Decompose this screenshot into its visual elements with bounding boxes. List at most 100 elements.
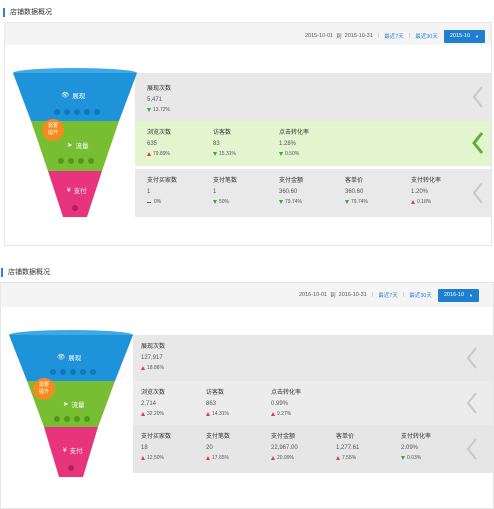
metric-label: 展现次数 <box>147 86 172 92</box>
metric-pageviews: 浏览次数 2,714 32.20% <box>141 387 165 417</box>
metric-label: 展现次数 <box>141 344 166 350</box>
metric-label: 客单价 <box>345 178 364 184</box>
metric-value: 127,917 <box>141 355 163 361</box>
metric-value: 18 <box>141 445 148 451</box>
funnel-stage-impression: 👁 展现 <box>61 92 86 100</box>
chevron-left-icon[interactable] <box>471 181 485 205</box>
chevron-left-icon[interactable] <box>465 437 479 461</box>
overview-card: 2015-10-01 到 2015-10-31 | 最近7天 | 最近30天 2… <box>4 22 492 246</box>
date-to: 2015-10-31 <box>344 33 373 39</box>
metric-change: 13.72% <box>147 107 171 113</box>
metric-label: 访客数 <box>213 130 232 136</box>
funnel-stage-impression: 👁 展现 <box>57 354 82 362</box>
chevron-left-icon[interactable] <box>465 391 479 415</box>
cursor-icon: ➤ <box>63 401 69 408</box>
up-arrow-icon <box>141 412 145 416</box>
yen-icon: ¥ <box>67 186 71 194</box>
metric-payment-conversion: 支付转化率 2.09% 0.03% <box>401 431 431 461</box>
metric-paying-buyers: 支付买家数 1 0% <box>147 175 177 205</box>
eye-icon: 👁 <box>57 354 66 361</box>
date-toolbar: 2016-10-01 到 2016-10-31 | 最近7天 | 最近30天 2… <box>299 288 479 302</box>
metric-value: 20 <box>206 445 213 451</box>
date-to-separator: 到 <box>330 293 336 299</box>
month-value: 2016-10 <box>443 292 465 298</box>
last-30-days-link[interactable]: 最近30天 <box>415 32 438 40</box>
overview-card: 2016-10-01 到 2016-10-31 | 最近7天 | 最近30天 2… <box>0 282 494 509</box>
metric-label: 支付转化率 <box>411 178 442 184</box>
metric-label: 支付买家数 <box>141 434 172 440</box>
metric-change: 18.86% <box>141 365 165 371</box>
yen-icon: ¥ <box>63 446 67 454</box>
metric-value: 0.99% <box>271 401 289 407</box>
last-30-days-link[interactable]: 最近30天 <box>409 291 432 299</box>
metric-label: 客单价 <box>336 434 355 440</box>
metric-label: 浏览次数 <box>141 390 166 396</box>
metric-click-conversion: 点击转化率 1.28% 0.50% <box>279 127 309 157</box>
down-arrow-icon <box>401 456 405 460</box>
metric-change: 20.99% <box>271 455 298 461</box>
metric-value: 2,714 <box>141 401 157 407</box>
up-arrow-icon <box>271 412 275 416</box>
metric-label: 访客数 <box>206 390 225 396</box>
metric-change: 17.65% <box>206 455 230 461</box>
chevron-left-icon[interactable] <box>471 85 485 109</box>
last-7-days-link[interactable]: 最近7天 <box>378 291 398 299</box>
metric-value: 1 <box>213 189 217 195</box>
down-arrow-icon <box>279 200 283 204</box>
month-select-button[interactable]: 2015-10 ▼ <box>443 29 485 43</box>
metric-value: 863 <box>206 401 217 407</box>
caret-down-icon: ▼ <box>475 33 479 39</box>
metric-change: 12.50% <box>141 455 171 461</box>
down-arrow-icon <box>345 200 349 204</box>
metric-change: 7.55% <box>336 455 359 461</box>
date-to-separator: 到 <box>336 34 342 40</box>
metric-value: 360.60 <box>345 189 364 195</box>
date-toolbar: 2015-10-01 到 2015-10-31 | 最近7天 | 最近30天 2… <box>305 29 485 43</box>
chevron-left-icon-active[interactable] <box>471 131 485 155</box>
panel-title: 店铺数据概况 <box>1 268 50 277</box>
metric-label: 支付金额 <box>271 434 296 440</box>
down-arrow-icon <box>213 152 217 156</box>
metric-change: 32.20% <box>141 411 165 417</box>
metric-value: 22,967.00 <box>271 445 298 451</box>
up-arrow-icon <box>411 200 415 204</box>
funnel-stage-payment: ¥ 支付 <box>67 186 87 196</box>
metric-change: 14.31% <box>206 411 229 417</box>
metric-value: 1 <box>147 189 151 195</box>
down-arrow-icon <box>213 200 217 204</box>
caret-down-icon: ▼ <box>469 292 473 298</box>
up-arrow-icon <box>147 152 151 156</box>
month-select-button[interactable]: 2016-10 ▼ <box>437 288 479 302</box>
metric-payment-conversion: 支付转化率 1.20% 0.18% <box>411 175 441 205</box>
up-arrow-icon <box>271 456 275 460</box>
date-to: 2016-10-31 <box>338 292 367 298</box>
up-arrow-icon <box>206 412 210 416</box>
date-from: 2016-10-01 <box>298 292 328 298</box>
last-7-days-link[interactable]: 最近7天 <box>384 32 404 40</box>
metric-payment-count: 支付笔数 20 17.65% <box>206 431 230 461</box>
metric-label: 支付笔数 <box>206 434 231 440</box>
funnel-stage-traffic: ➤ 流量 <box>67 142 89 150</box>
divider: | <box>377 33 380 39</box>
metric-label: 支付金额 <box>279 178 304 184</box>
metric-change: 79.74% <box>279 199 303 205</box>
metric-value: 83 <box>213 141 220 147</box>
store-overview-panel-1: 店铺数据概况 2015-10-01 到 2015-10-31 | 最近7天 | … <box>0 0 494 250</box>
metric-label: 点击转化率 <box>271 390 302 396</box>
date-from: 2015-10-01 <box>304 33 334 39</box>
chevron-left-icon[interactable] <box>465 346 479 370</box>
metric-impressions: 展现次数 127,917 18.86% <box>141 341 165 371</box>
divider: | <box>371 292 374 298</box>
metric-change: 0.03% <box>401 455 431 461</box>
needs-improvement-badge: 需要 提升 <box>42 119 64 141</box>
metric-payment-count: 支付笔数 1 50% <box>213 175 237 205</box>
metric-click-conversion: 点击转化率 0.99% 9.27% <box>271 387 301 417</box>
metric-visitors: 访客数 863 14.31% <box>206 387 229 417</box>
metric-value: 360.60 <box>279 189 298 195</box>
metric-value: 2.09% <box>401 445 419 451</box>
metric-change: 50% <box>213 199 237 205</box>
up-arrow-icon <box>141 366 145 370</box>
funnel-stage-traffic: ➤ 流量 <box>63 401 85 409</box>
metric-value: 1.28% <box>279 141 297 147</box>
metric-change: 0.50% <box>279 151 309 157</box>
